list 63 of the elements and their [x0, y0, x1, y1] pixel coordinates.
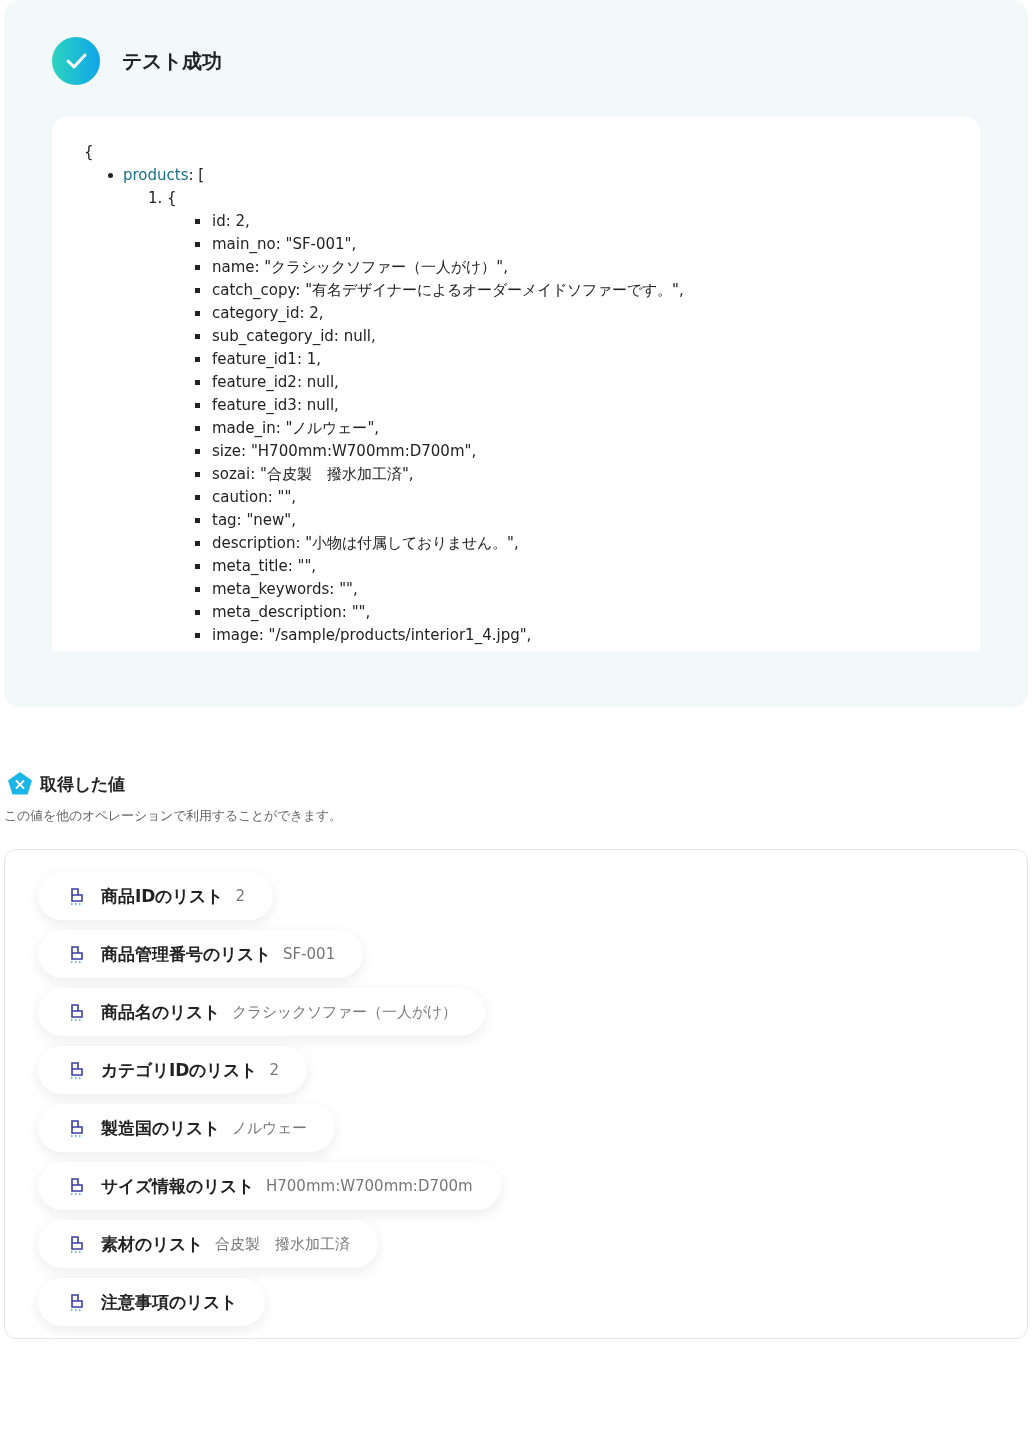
json-line: sub_category_id: null,	[212, 326, 376, 347]
bullet-icon	[195, 357, 200, 362]
bullet-icon	[195, 449, 200, 454]
json-line: id: 2,	[212, 211, 250, 232]
bullet-icon	[195, 219, 200, 224]
bullet-icon	[108, 173, 113, 178]
bullet-icon	[195, 311, 200, 316]
list-icon	[70, 1293, 84, 1311]
list-icon	[70, 1003, 84, 1021]
bullet-icon	[195, 564, 200, 569]
section-title: 取得した値	[40, 772, 125, 796]
json-line: catch_copy: "有名デザイナーによるオーダーメイドソファーです。",	[212, 280, 684, 301]
value-chip[interactable]: 素材のリスト 合皮製 撥水加工済	[38, 1220, 378, 1268]
json-line: meta_keywords: "",	[212, 579, 358, 600]
json-line: main_no: "SF-001",	[212, 234, 357, 255]
json-line: products: [	[123, 165, 205, 186]
bullet-icon	[195, 610, 200, 615]
json-line: made_in: "ノルウェー",	[212, 418, 380, 439]
list-icon	[70, 1061, 84, 1079]
bullet-icon	[195, 587, 200, 592]
list-icon	[70, 1119, 84, 1137]
json-line: meta_description: "",	[212, 602, 371, 623]
list-icon	[70, 887, 84, 905]
json-line: feature_id2: null,	[212, 372, 339, 393]
json-line: feature_id1: 1,	[212, 349, 322, 370]
json-line: category_id: 2,	[212, 303, 324, 324]
json-line: description: "小物は付属しておりません。",	[212, 533, 519, 554]
bullet-icon	[195, 334, 200, 339]
list-icon	[70, 945, 84, 963]
value-chip[interactable]: カテゴリIDのリスト 2	[38, 1046, 307, 1094]
value-chip[interactable]: 注意事項のリスト	[38, 1278, 265, 1326]
json-line: size: "H700mm:W700mm:D700m",	[212, 441, 477, 462]
bullet-icon	[195, 495, 200, 500]
json-line: meta_title: "",	[212, 556, 317, 577]
success-check-icon	[52, 37, 100, 85]
value-chip[interactable]: 商品名のリスト クラシックソファー（一人がけ）	[38, 988, 485, 1036]
bullet-icon	[195, 403, 200, 408]
bullet-icon	[195, 518, 200, 523]
bullet-icon	[195, 472, 200, 477]
json-brace: {	[84, 142, 94, 163]
json-line: sozai: "合皮製 撥水加工済",	[212, 464, 414, 485]
json-line: name: "クラシックソファー（一人がけ）",	[212, 257, 508, 278]
value-chip[interactable]: 商品IDのリスト 2	[38, 872, 273, 920]
json-line: 1. {	[148, 188, 177, 209]
json-line: feature_id3: null,	[212, 395, 339, 416]
bullet-icon	[195, 288, 200, 293]
bullet-icon	[195, 242, 200, 247]
bullet-icon	[195, 265, 200, 270]
variable-icon	[7, 771, 33, 797]
value-chip[interactable]: 製造国のリスト ノルウェー	[38, 1104, 335, 1152]
json-line: caution: "",	[212, 487, 297, 508]
result-title: テスト成功	[122, 47, 222, 75]
section-description: この値を他のオペレーションで利用することができます。	[4, 807, 343, 825]
value-chip[interactable]: サイズ情報のリスト H700mm:W700mm:D700m	[38, 1162, 501, 1210]
bullet-icon	[195, 426, 200, 431]
bullet-icon	[195, 541, 200, 546]
list-icon	[70, 1235, 84, 1253]
json-line: tag: "new",	[212, 510, 296, 531]
value-chip[interactable]: 商品管理番号のリスト SF-001	[38, 930, 364, 978]
json-line: image: "/sample/products/interior1_4.jpg",	[212, 625, 532, 646]
bullet-icon	[195, 633, 200, 638]
bullet-icon	[195, 380, 200, 385]
list-icon	[70, 1177, 84, 1195]
